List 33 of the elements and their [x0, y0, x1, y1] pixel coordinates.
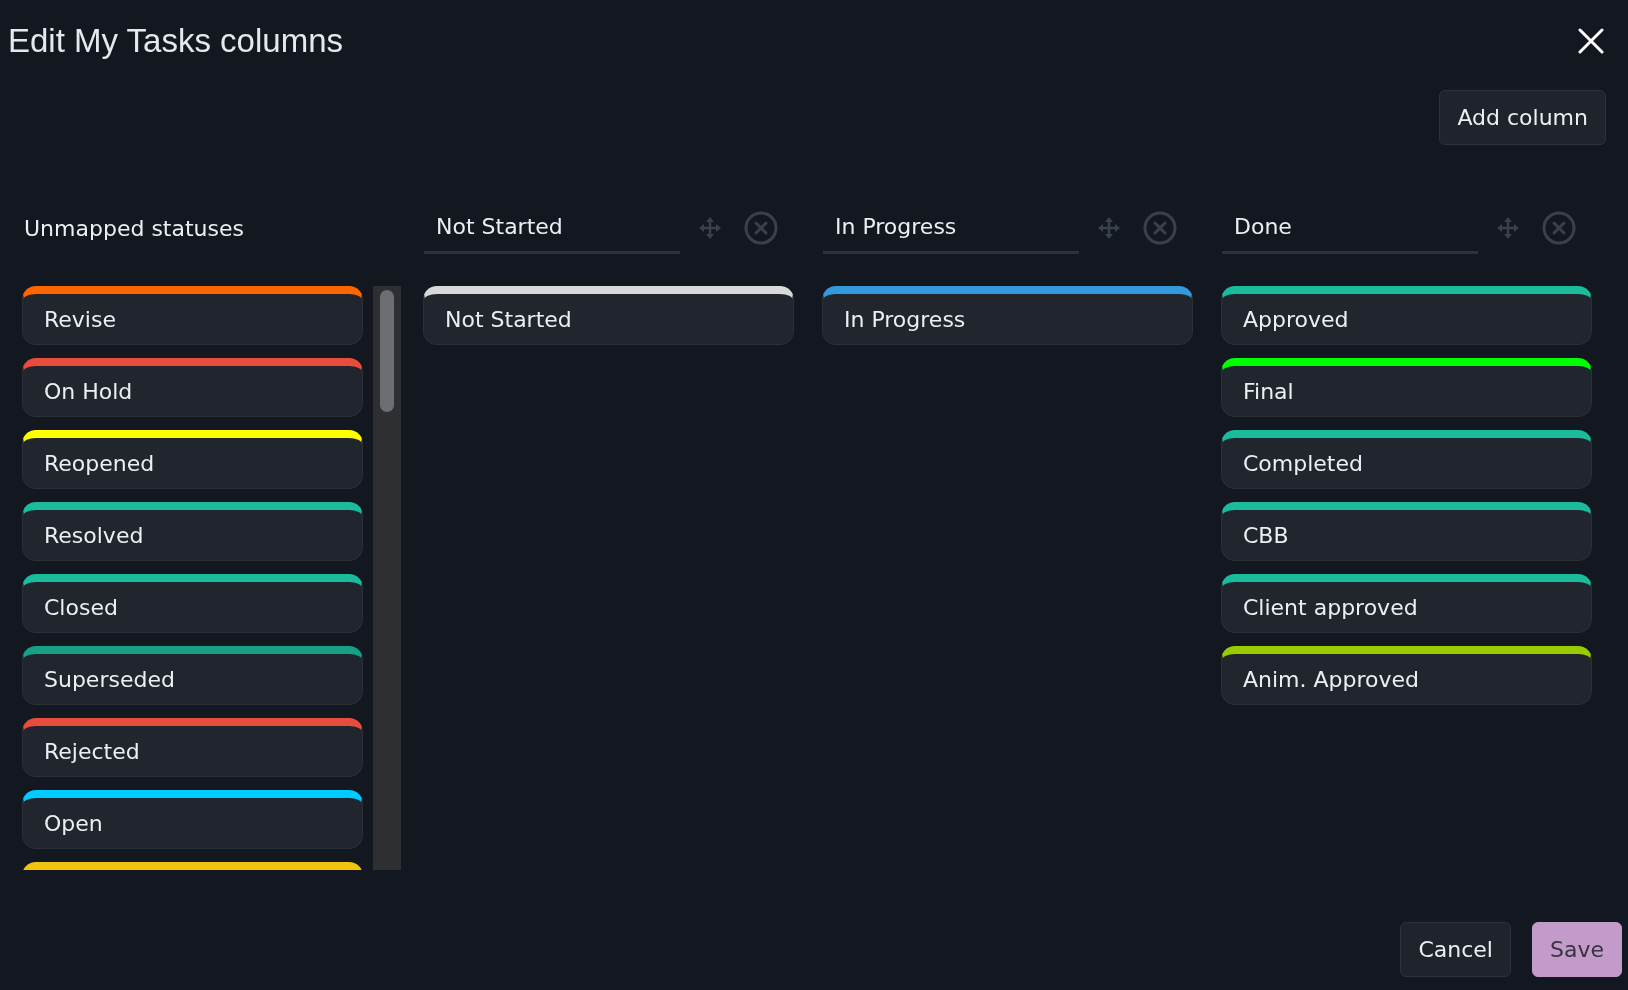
column-name-field[interactable]: Done	[1222, 202, 1478, 254]
status-card[interactable]: Closed	[22, 574, 363, 633]
remove-icon[interactable]	[1542, 211, 1576, 245]
save-button[interactable]: Save	[1532, 922, 1622, 977]
status-card[interactable]: Not Started	[423, 286, 794, 345]
add-column-button[interactable]: Add column	[1439, 90, 1606, 145]
status-card[interactable]: Approved	[1221, 286, 1592, 345]
move-icon[interactable]	[1497, 217, 1519, 239]
status-card[interactable]: In Progress	[822, 286, 1193, 345]
status-card[interactable]: Final	[1221, 358, 1592, 417]
scrollbar-thumb[interactable]	[380, 290, 394, 412]
status-card[interactable]: Superseded	[22, 646, 363, 705]
column-name-field[interactable]: In Progress	[823, 202, 1079, 254]
column-heading: Unmapped statuses	[24, 215, 244, 241]
move-icon[interactable]	[1098, 217, 1120, 239]
status-card[interactable]: Revise	[22, 286, 363, 345]
status-card[interactable]: CBB	[1221, 502, 1592, 561]
remove-icon[interactable]	[744, 211, 778, 245]
status-card[interactable]: On Hold	[22, 358, 363, 417]
move-icon[interactable]	[699, 217, 721, 239]
dialog-title: Edit My Tasks columns	[8, 22, 343, 60]
status-card[interactable]: Reopened	[22, 430, 363, 489]
close-icon[interactable]	[1578, 28, 1604, 54]
remove-icon[interactable]	[1143, 211, 1177, 245]
scrollbar-track[interactable]	[373, 286, 401, 870]
status-card[interactable]: Resolved	[22, 502, 363, 561]
status-card[interactable]: Rejected	[22, 718, 363, 777]
status-card[interactable]: Anim. Approved	[1221, 646, 1592, 705]
status-card[interactable]: Client approved	[1221, 574, 1592, 633]
cancel-button[interactable]: Cancel	[1400, 922, 1511, 977]
status-card[interactable]: Completed	[1221, 430, 1592, 489]
status-card[interactable]: Open	[22, 790, 363, 849]
column-name-field[interactable]: Not Started	[424, 202, 680, 254]
